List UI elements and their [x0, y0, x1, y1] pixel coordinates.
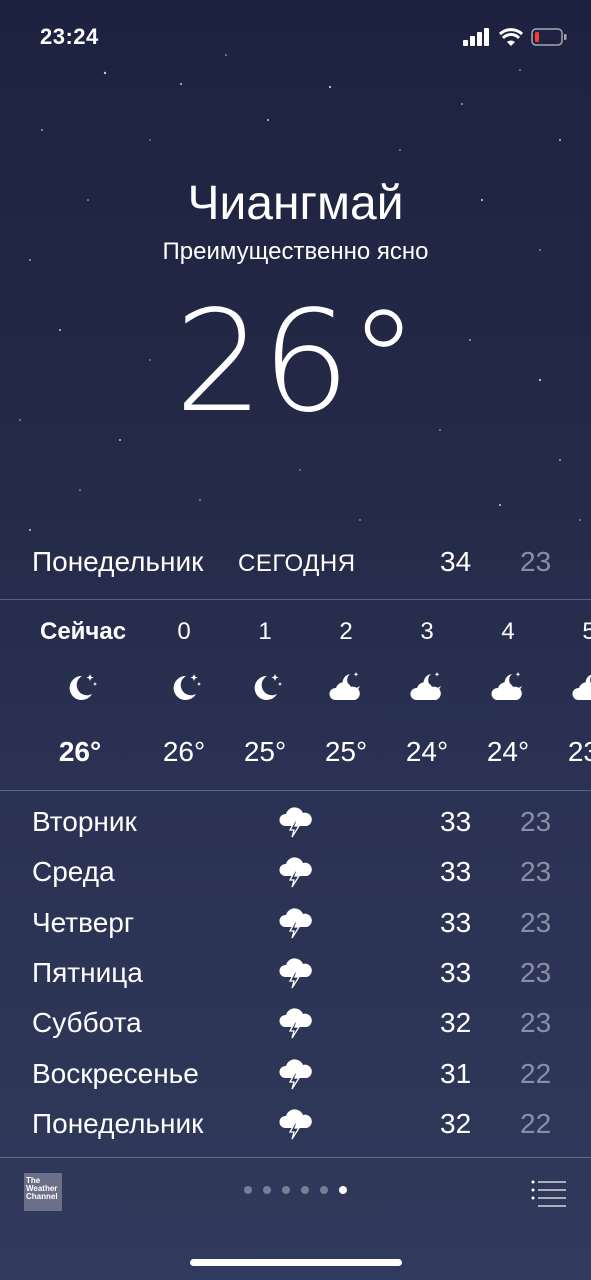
wifi-icon — [499, 28, 523, 46]
daily-low: 22 — [520, 1057, 552, 1089]
current-temperature: 26° — [174, 281, 418, 444]
thunderstorm-icon — [278, 905, 314, 939]
thunderstorm-icon — [278, 1005, 314, 1039]
page-dot-active[interactable] — [339, 1186, 347, 1194]
city-name: Чиангмай — [187, 177, 404, 230]
daily-high: 32 — [440, 1007, 472, 1039]
hourly-temp: 26° — [162, 736, 206, 767]
thunderstorm-icon — [278, 955, 314, 989]
moon-stars-icon — [144, 670, 224, 706]
hourly-temp: 25° — [324, 736, 368, 767]
daily-row: Вторник 33 23 — [0, 800, 591, 850]
daily-low: 23 — [520, 906, 552, 938]
weather-channel-logo[interactable]: The Weather Channel — [24, 1173, 62, 1211]
cloud-moon-icon — [306, 670, 386, 706]
hourly-temp: 23° — [567, 736, 591, 767]
page-dot[interactable] — [282, 1186, 290, 1194]
hourly-temp: 26° — [58, 736, 102, 767]
thunderstorm-icon — [278, 854, 314, 888]
daily-low: 23 — [520, 1007, 552, 1039]
daily-low: 23 — [520, 806, 552, 837]
page-dot[interactable] — [263, 1186, 271, 1194]
page-dot[interactable] — [320, 1186, 328, 1194]
thunderstorm-icon — [278, 1056, 314, 1090]
page-dot[interactable] — [244, 1186, 252, 1194]
daily-row: Четверг 33 23 — [0, 901, 591, 951]
page-dot[interactable] — [301, 1186, 309, 1194]
today-high: 34 — [440, 546, 472, 577]
daily-day: Четверг — [32, 906, 135, 938]
daily-high: 31 — [440, 1057, 472, 1089]
hourly-hour: 3 — [420, 618, 434, 645]
divider-middle — [0, 790, 591, 791]
daily-day: Среда — [32, 856, 115, 888]
weather-condition: Преимущественно ясно — [162, 238, 429, 265]
thunderstorm-icon — [278, 804, 314, 838]
daily-high: 32 — [440, 1107, 472, 1139]
daily-high: 33 — [440, 906, 472, 938]
hourly-hour: 1 — [258, 618, 272, 645]
daily-high: 33 — [440, 956, 472, 988]
hourly-temp: 24° — [486, 736, 530, 767]
today-summary: Понедельник СЕГОДНЯ 34 23 — [0, 540, 591, 586]
hourly-temp: 24° — [405, 736, 449, 767]
hourly-hour: 4 — [501, 618, 515, 645]
thunderstorm-icon — [278, 1106, 314, 1140]
footer: The Weather Channel — [0, 1158, 591, 1238]
signal-icon — [463, 28, 489, 46]
daily-row: Среда 33 23 — [0, 850, 591, 900]
hourly-forecast[interactable]: Сейчас 26° 0 26° 1 25° 2 25° 3 24° 4 24° 5 23° — [0, 600, 591, 790]
daily-row: Воскресенье 31 22 — [0, 1052, 591, 1102]
moon-stars-icon — [225, 670, 305, 706]
cloud-moon-icon — [549, 670, 591, 706]
hourly-hour: 0 — [177, 618, 191, 645]
daily-row: Суббота 32 23 — [0, 1001, 591, 1051]
daily-day: Суббота — [32, 1007, 142, 1039]
moon-stars-icon — [40, 670, 120, 706]
daily-low: 23 — [520, 956, 552, 988]
hourly-hour: 5 — [582, 618, 591, 645]
daily-high: 33 — [440, 856, 472, 888]
today-day: Понедельник — [32, 546, 204, 577]
today-low: 23 — [520, 546, 552, 577]
daily-day: Воскресенье — [32, 1057, 199, 1089]
home-indicator[interactable] — [190, 1259, 402, 1266]
daily-row: Пятница 33 23 — [0, 951, 591, 1001]
page-indicator[interactable] — [244, 1186, 347, 1194]
daily-high: 33 — [440, 806, 472, 837]
daily-row: Понедельник 32 22 — [0, 1102, 591, 1152]
city-list-icon[interactable] — [530, 1178, 568, 1208]
hourly-hour: 2 — [339, 618, 353, 645]
hourly-hour: Сейчас — [40, 618, 127, 645]
battery-low-icon — [531, 28, 567, 46]
status-time: 23:24 — [40, 24, 99, 49]
daily-day: Вторник — [32, 806, 137, 837]
daily-low: 23 — [520, 856, 552, 888]
today-label: СЕГОДНЯ — [238, 550, 356, 577]
daily-day: Понедельник — [32, 1107, 204, 1139]
status-bar: 23:24 — [0, 0, 591, 70]
daily-day: Пятница — [32, 956, 143, 988]
cloud-moon-icon — [468, 670, 548, 706]
cloud-moon-icon — [387, 670, 467, 706]
hourly-temp: 25° — [243, 736, 287, 767]
daily-low: 22 — [520, 1107, 552, 1139]
